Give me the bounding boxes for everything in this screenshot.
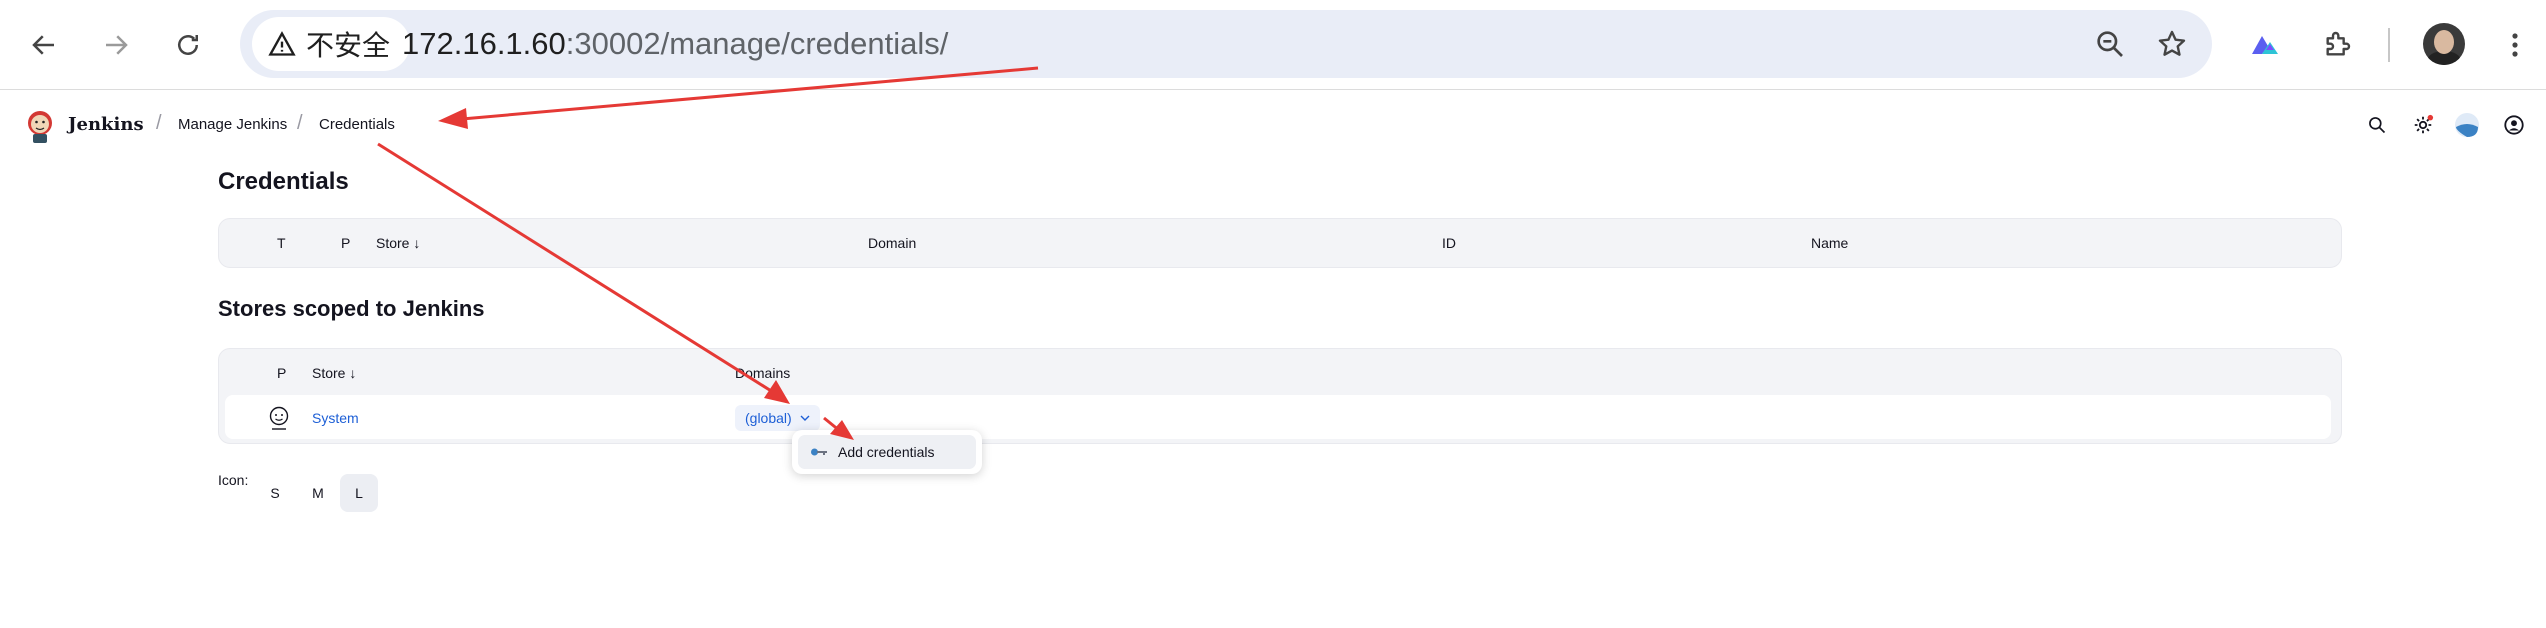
stores-table: P Store ↓ Domains System (global) — [218, 348, 2342, 444]
domain-dropdown-menu: Add credentials — [792, 430, 982, 474]
add-credentials-menu-item[interactable]: Add credentials — [798, 435, 976, 469]
column-header-store[interactable]: Store ↓ — [376, 235, 420, 251]
reload-icon[interactable] — [165, 22, 211, 68]
url-text[interactable]: 172.16.1.60:30002/manage/credentials/ — [402, 26, 948, 62]
warning-icon — [268, 31, 296, 56]
icon-size-s-button[interactable]: S — [256, 474, 294, 512]
icon-size-l-button[interactable]: L — [340, 474, 378, 512]
browser-toolbar: 不安全 172.16.1.60:30002/manage/credentials… — [0, 0, 2546, 90]
breadcrumb-manage-jenkins[interactable]: Manage Jenkins — [178, 116, 287, 133]
puzzle-icon[interactable] — [2314, 22, 2360, 68]
column-header-domains: Domains — [735, 365, 791, 381]
forward-arrow-icon[interactable] — [93, 22, 139, 68]
store-link-system[interactable]: System — [312, 410, 359, 426]
breadcrumb-separator: / — [297, 112, 303, 134]
breadcrumb-separator: / — [156, 112, 162, 134]
back-arrow-icon[interactable] — [21, 22, 67, 68]
jenkins-store-icon — [267, 405, 291, 436]
star-icon[interactable] — [2148, 20, 2196, 68]
domain-global-button[interactable]: (global) — [735, 405, 820, 431]
column-header-type[interactable]: T — [277, 235, 286, 251]
chevron-down-icon — [800, 415, 810, 421]
domain-global-label: (global) — [745, 410, 792, 426]
profile-avatar[interactable] — [2423, 23, 2465, 65]
column-header-domain[interactable]: Domain — [868, 235, 916, 251]
more-vert-icon[interactable] — [2492, 22, 2538, 68]
url-path: :30002/manage/credentials/ — [565, 26, 949, 61]
column-header-name[interactable]: Name — [1811, 235, 1848, 251]
theme-icon[interactable] — [2452, 110, 2482, 140]
search-icon[interactable] — [2362, 110, 2392, 140]
url-host: 172.16.1.60 — [402, 26, 566, 61]
add-credentials-label: Add credentials — [838, 444, 935, 460]
jenkins-title[interactable]: Jenkins — [68, 114, 144, 135]
gear-icon[interactable] — [2408, 110, 2438, 140]
jenkins-logo[interactable] — [24, 108, 56, 144]
user-icon[interactable] — [2499, 110, 2529, 140]
security-chip[interactable]: 不安全 — [252, 17, 411, 71]
address-bar[interactable]: 不安全 172.16.1.60:30002/manage/credentials… — [240, 10, 2212, 78]
stores-section-title: Stores scoped to Jenkins — [218, 296, 485, 321]
zoom-out-icon[interactable] — [2086, 20, 2134, 68]
jenkins-header: Jenkins / Manage Jenkins / Credentials — [0, 90, 2546, 160]
breadcrumb-credentials[interactable]: Credentials — [319, 116, 395, 133]
credentials-table: T P Store ↓ Domain ID Name — [218, 218, 2342, 268]
column-header-store[interactable]: Store ↓ — [312, 365, 356, 381]
table-row: System (global) — [225, 395, 2331, 439]
toolbar-separator — [2388, 28, 2390, 62]
security-label: 不安全 — [306, 30, 391, 61]
key-icon — [811, 448, 827, 456]
column-header-id[interactable]: ID — [1442, 235, 1456, 251]
column-header-provider[interactable]: P — [277, 365, 286, 381]
column-header-provider[interactable]: P — [341, 235, 350, 251]
page-title: Credentials — [218, 168, 349, 195]
icon-size-m-button[interactable]: M — [299, 474, 337, 512]
icon-size-label: Icon: — [218, 472, 249, 488]
extension-icon[interactable] — [2242, 22, 2288, 68]
